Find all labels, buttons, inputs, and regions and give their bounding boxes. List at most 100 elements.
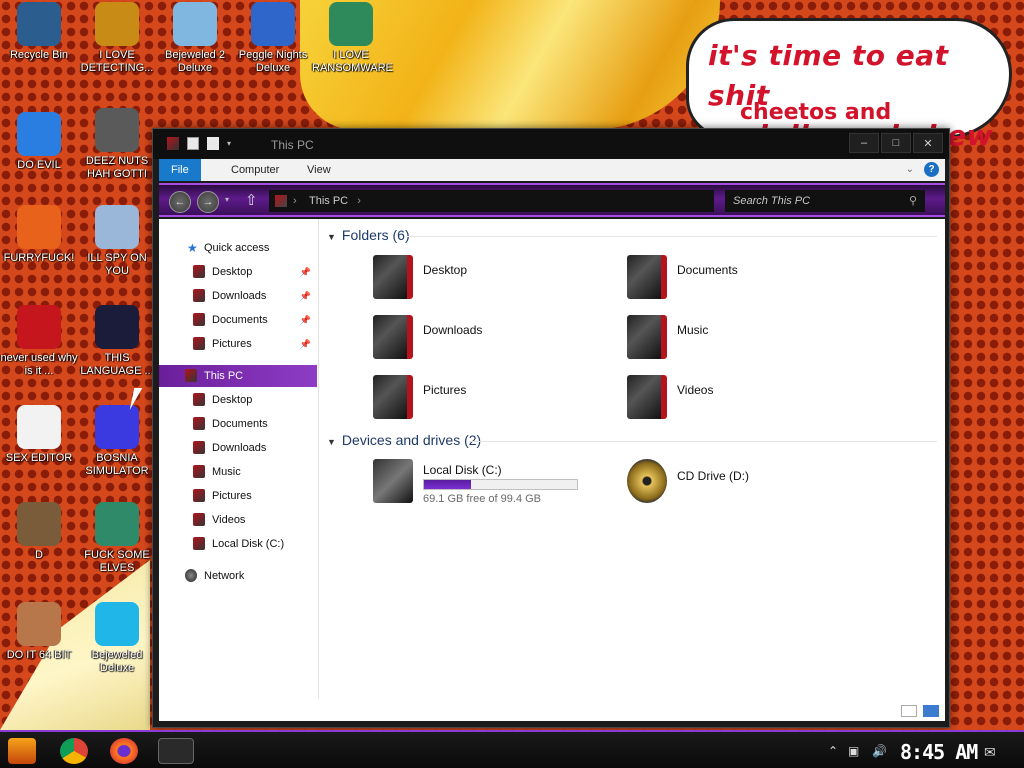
nav-pc-item[interactable]: Documents xyxy=(159,413,317,435)
folders-group-header[interactable]: ▼ Folders (6) xyxy=(327,227,410,243)
desktop-icon[interactable]: I LOVE DETECTING... xyxy=(78,2,156,75)
desktop-icon-label: Bejeweled 2 Deluxe xyxy=(165,49,225,74)
title-bar[interactable]: ▾ This PC – □ ✕ xyxy=(153,129,949,159)
content-area: ★ Quick access Desktop 📌 Downloads 📌 Documen… xyxy=(159,219,945,721)
nav-pc-item[interactable]: Desktop xyxy=(159,389,317,411)
desktop-icon[interactable]: I LOVE RANSOMWARE xyxy=(312,2,393,75)
address-bar[interactable]: › This PC › xyxy=(269,190,714,212)
maximize-button[interactable]: □ xyxy=(881,133,911,153)
nav-this-pc[interactable]: This PC xyxy=(159,365,317,387)
back-button[interactable]: ← xyxy=(169,191,191,213)
tray-overflow-icon[interactable]: ⌃ xyxy=(828,744,838,758)
nav-pc-item[interactable]: Videos xyxy=(159,509,317,531)
network-tray-icon[interactable]: ▣ xyxy=(848,744,859,758)
desktop-icon-label: THIS LANGUAGE ... xyxy=(80,352,154,377)
search-box[interactable]: Search This PC ⚲ xyxy=(725,190,925,212)
desktop-icon[interactable]: Bejeweled 2 Deluxe xyxy=(156,2,234,75)
folders-header-label: Folders (6) xyxy=(341,227,410,243)
folder-icon xyxy=(193,513,205,526)
chevron-down-icon[interactable]: ▾ xyxy=(227,137,235,150)
nav-network[interactable]: Network xyxy=(159,565,317,587)
drive-cd-d[interactable]: CD Drive (D:) xyxy=(627,459,827,509)
desktop-icon-label: I LOVE RANSOMWARE xyxy=(312,49,393,74)
close-button[interactable]: ✕ xyxy=(913,133,943,153)
desktop-icon[interactable]: DEEZ NUTS HAH GOTTI xyxy=(78,108,156,181)
pin-icon[interactable]: 📌 xyxy=(300,285,311,307)
drive-local-disk-c[interactable]: Local Disk (C:) 69.1 GB free of 99.4 GB xyxy=(373,459,593,509)
desktop-icon[interactable]: FURRYFUCK! xyxy=(0,205,78,265)
drive-c-free-space: 69.1 GB free of 99.4 GB xyxy=(423,493,542,505)
clock[interactable]: 8:45 AM xyxy=(900,740,978,764)
start-icon[interactable] xyxy=(8,738,36,764)
firefox-icon xyxy=(17,205,61,249)
notifications-icon[interactable]: ✉ xyxy=(984,744,996,761)
nav-quick-item[interactable]: Pictures 📌 xyxy=(159,333,317,355)
nav-pc-item[interactable]: Pictures xyxy=(159,485,317,507)
forward-button[interactable]: → xyxy=(197,191,219,213)
nav-item-label: Desktop xyxy=(212,266,253,278)
desktop-icon[interactable]: Recycle Bin xyxy=(0,2,78,62)
pin-icon[interactable]: 📌 xyxy=(300,261,311,283)
tab-file[interactable]: File xyxy=(159,159,201,181)
up-arrow-icon[interactable]: ⇧ xyxy=(245,191,258,209)
chrome-icon[interactable] xyxy=(60,738,88,764)
properties-icon[interactable] xyxy=(187,137,199,150)
desktop-icon[interactable]: DO EVIL xyxy=(0,112,78,172)
minimize-button[interactable]: – xyxy=(849,133,879,153)
desktop-icon[interactable]: THIS LANGUAGE ... xyxy=(78,305,156,378)
desktop-icon-label: ILL SPY ON YOU xyxy=(87,252,147,277)
folder-icon xyxy=(193,393,205,406)
large-icons-view-icon[interactable] xyxy=(923,705,939,717)
folder-icon xyxy=(193,337,205,350)
tab-view[interactable]: View xyxy=(295,159,343,181)
file-explorer-icon[interactable] xyxy=(158,738,194,764)
desktop-icon[interactable]: BOSNIA SIMULATOR xyxy=(78,405,156,478)
nav-pc-item[interactable]: Music xyxy=(159,461,317,483)
desktop-icon[interactable]: never used why is it ... xyxy=(0,305,78,378)
nav-pc-item[interactable]: Downloads xyxy=(159,437,317,459)
folder-item[interactable]: Pictures xyxy=(373,375,573,425)
desktop-icon[interactable]: SEX EDITOR xyxy=(0,405,78,465)
desktop-icon[interactable]: Peggle Nights Deluxe xyxy=(234,2,312,75)
nav-item-label: Desktop xyxy=(212,394,253,406)
tab-computer[interactable]: Computer xyxy=(219,159,291,181)
desktop-icon[interactable]: D xyxy=(0,502,78,562)
folder-item[interactable]: Desktop xyxy=(373,255,573,305)
nav-quick-item[interactable]: Desktop 📌 xyxy=(159,261,317,283)
folder-label: Documents xyxy=(677,263,738,277)
hard-disk-icon xyxy=(373,459,413,503)
breadcrumb-this-pc[interactable]: This PC xyxy=(309,195,348,207)
help-icon[interactable]: ? xyxy=(924,162,939,177)
folder-item[interactable]: Downloads xyxy=(373,315,573,365)
search-icon[interactable]: ⚲ xyxy=(909,190,917,212)
window-title: This PC xyxy=(271,138,314,152)
pin-icon[interactable]: 📌 xyxy=(300,309,311,331)
nav-quick-item[interactable]: Documents 📌 xyxy=(159,309,317,331)
drives-group-header[interactable]: ▼ Devices and drives (2) xyxy=(327,432,481,448)
ribbon-controls: ⌄ ? xyxy=(906,162,939,177)
nav-quick-item[interactable]: Downloads 📌 xyxy=(159,285,317,307)
desktop-icon-label: DEEZ NUTS HAH GOTTI xyxy=(85,155,149,180)
explorer-app-icon[interactable] xyxy=(167,137,179,150)
expand-ribbon-icon[interactable]: ⌄ xyxy=(906,164,914,175)
detector-icon xyxy=(95,2,139,46)
desktop-icon[interactable]: ILL SPY ON YOU xyxy=(78,205,156,278)
firefox-icon[interactable] xyxy=(110,738,138,764)
nav-pc-item[interactable]: Local Disk (C:) xyxy=(159,533,317,555)
pin-icon[interactable]: 📌 xyxy=(300,333,311,355)
nav-quick-access[interactable]: ★ Quick access xyxy=(159,237,317,259)
desktop-icon[interactable]: Bejeweled Deluxe xyxy=(78,602,156,675)
navigation-pane: ★ Quick access Desktop 📌 Downloads 📌 Documen… xyxy=(159,219,319,699)
desktop-icon[interactable]: DO IT 64 BIT xyxy=(0,602,78,662)
minesweeper-icon xyxy=(95,405,139,449)
new-folder-icon[interactable] xyxy=(207,137,219,150)
nav-item-label: Pictures xyxy=(212,338,252,350)
folder-item[interactable]: Documents xyxy=(627,255,827,305)
folder-item[interactable]: Videos xyxy=(627,375,827,425)
volume-icon[interactable]: 🔊 xyxy=(872,744,887,758)
folder-item[interactable]: Music xyxy=(627,315,827,365)
documents-folder-icon xyxy=(627,255,667,299)
details-view-icon[interactable] xyxy=(901,705,917,717)
desktop-icon[interactable]: FUCK SOME ELVES xyxy=(78,502,156,575)
recent-locations-icon[interactable]: ▾ xyxy=(225,195,229,204)
